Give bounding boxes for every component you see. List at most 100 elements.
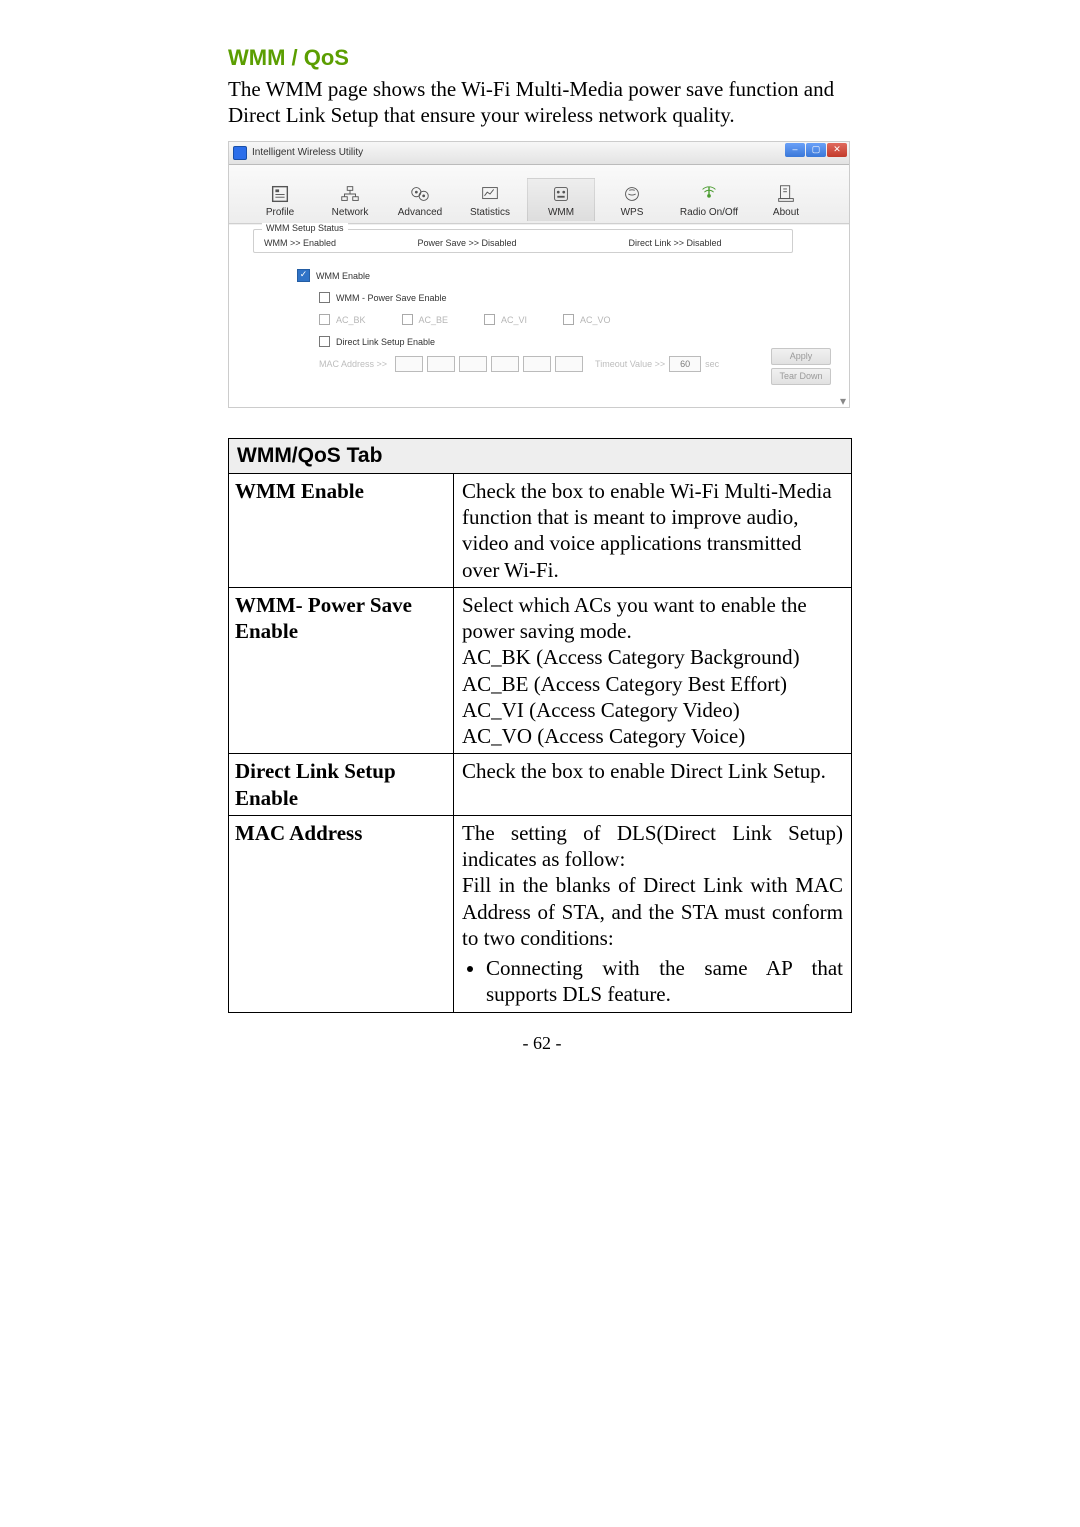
timeout-label: Timeout Value >>: [595, 359, 665, 369]
ps-ac-be: AC_BE (Access Category Best Effort): [462, 672, 787, 696]
ac-vo-checkbox[interactable]: [563, 314, 574, 325]
ps-intro: Select which ACs you want to enable the …: [462, 593, 807, 643]
expand-grip-icon[interactable]: ▾: [826, 394, 846, 404]
radio-icon: [697, 183, 721, 205]
wps-icon: [620, 183, 644, 205]
wmm-enable-label: WMM Enable: [316, 271, 370, 281]
screenshot-window: Intelligent Wireless Utility – ▢ ✕ Profi…: [228, 141, 850, 408]
network-icon: [338, 183, 362, 205]
tab-statistics[interactable]: Statistics: [457, 179, 523, 221]
status-area: WMM Setup Status WMM >> Enabled Power Sa…: [229, 224, 849, 261]
ps-ac-vo: AC_VO (Access Category Voice): [462, 724, 745, 748]
tab-advanced-label: Advanced: [398, 207, 442, 218]
timeout-value: 60: [680, 359, 690, 369]
ac-vi-checkbox[interactable]: [484, 314, 495, 325]
section-heading: WMM / QoS: [228, 45, 856, 71]
wmm-icon: [549, 183, 573, 205]
ac-vo-label: AC_VO: [580, 315, 611, 325]
tab-profile[interactable]: Profile: [247, 179, 313, 221]
intro-paragraph: The WMM page shows the Wi-Fi Multi-Media…: [228, 76, 856, 129]
ps-enable-checkbox[interactable]: [319, 292, 330, 303]
wmm-enable-row: WMM Enable: [297, 267, 839, 285]
tab-about[interactable]: About: [753, 179, 819, 221]
wmm-status-group: WMM Setup Status WMM >> Enabled Power Sa…: [253, 229, 793, 253]
apply-button[interactable]: Apply: [771, 348, 831, 365]
page: WMM / QoS The WMM page shows the Wi-Fi M…: [0, 0, 1080, 1527]
ac-bk-item: AC_BK: [319, 314, 366, 325]
group-legend: WMM Setup Status: [262, 223, 348, 233]
tab-network-label: Network: [332, 207, 369, 218]
table-row: Direct Link Setup Enable Check the box t…: [229, 754, 851, 816]
mac-field-1[interactable]: [395, 356, 423, 372]
ps-ac-bk: AC_BK (Access Category Background): [462, 645, 800, 669]
close-button[interactable]: ✕: [827, 143, 847, 157]
definition-table: WMM/QoS Tab WMM Enable Check the box to …: [228, 438, 852, 1013]
maximize-button[interactable]: ▢: [806, 143, 826, 157]
mac-field-5[interactable]: [523, 356, 551, 372]
mac-field-2[interactable]: [427, 356, 455, 372]
advanced-icon: [408, 183, 432, 205]
tab-statistics-label: Statistics: [470, 207, 510, 218]
profile-icon: [268, 183, 292, 205]
row-key-wmm-enable: WMM Enable: [229, 474, 454, 587]
ps-enable-row: WMM - Power Save Enable: [297, 289, 839, 307]
app-icon: [233, 146, 247, 160]
ac-vi-item: AC_VI: [484, 314, 527, 325]
ps-ac-vi: AC_VI (Access Category Video): [462, 698, 740, 722]
table-row: WMM Enable Check the box to enable Wi-Fi…: [229, 474, 851, 588]
row-val-dls-enable: Check the box to enable Direct Link Setu…: [454, 754, 851, 815]
tab-radio[interactable]: Radio On/Off: [669, 179, 749, 221]
status-dls: Direct Link >> Disabled: [629, 238, 782, 248]
mac-p2: Fill in the blanks of Direct Link with M…: [462, 873, 843, 950]
statistics-icon: [478, 183, 502, 205]
toolbar: Profile Network Advanced: [229, 165, 849, 224]
ac-be-item: AC_BE: [402, 314, 449, 325]
config-area: WMM Enable WMM - Power Save Enable AC_BK…: [229, 261, 849, 407]
ac-be-checkbox[interactable]: [402, 314, 413, 325]
ac-bk-checkbox[interactable]: [319, 314, 330, 325]
tab-wmm-label: WMM: [548, 207, 574, 218]
timeout-field[interactable]: 60: [669, 356, 701, 372]
mac-field-6[interactable]: [555, 356, 583, 372]
timeout-unit: sec: [705, 359, 719, 369]
minimize-button[interactable]: –: [785, 143, 805, 157]
ac-be-label: AC_BE: [419, 315, 449, 325]
row-key-mac: MAC Address: [229, 816, 454, 1012]
table-row: WMM- Power Save Enable Select which ACs …: [229, 588, 851, 755]
ac-bk-label: AC_BK: [336, 315, 366, 325]
tab-wps[interactable]: WPS: [599, 179, 665, 221]
tab-radio-label: Radio On/Off: [680, 207, 738, 218]
dls-enable-row: Direct Link Setup Enable: [297, 333, 839, 351]
row-val-ps-enable: Select which ACs you want to enable the …: [454, 588, 851, 754]
table-header: WMM/QoS Tab: [229, 439, 851, 474]
status-powersave: Power Save >> Disabled: [417, 238, 628, 248]
tab-advanced[interactable]: Advanced: [387, 179, 453, 221]
action-buttons: Apply Tear Down: [771, 348, 831, 385]
wmm-enable-checkbox[interactable]: [297, 269, 310, 282]
window-buttons: – ▢ ✕: [785, 143, 847, 157]
ac-row: AC_BK AC_BE AC_VI AC_VO: [297, 311, 839, 329]
mac-field-4[interactable]: [491, 356, 519, 372]
row-key-dls-enable: Direct Link Setup Enable: [229, 754, 454, 815]
window-title: Intelligent Wireless Utility: [252, 147, 363, 158]
about-icon: [774, 183, 798, 205]
row-key-ps-enable: WMM- Power Save Enable: [229, 588, 454, 754]
tab-about-label: About: [773, 207, 799, 218]
mac-p1: The setting of DLS(Direct Link Setup) in…: [462, 821, 843, 871]
ps-enable-label: WMM - Power Save Enable: [336, 293, 447, 303]
status-row: WMM >> Enabled Power Save >> Disabled Di…: [264, 238, 782, 248]
dls-enable-checkbox[interactable]: [319, 336, 330, 347]
dls-enable-label: Direct Link Setup Enable: [336, 337, 435, 347]
content: WMM / QoS The WMM page shows the Wi-Fi M…: [228, 45, 856, 1054]
row-val-mac: The setting of DLS(Direct Link Setup) in…: [454, 816, 851, 1012]
status-wmm: WMM >> Enabled: [264, 238, 417, 248]
mac-field-3[interactable]: [459, 356, 487, 372]
titlebar[interactable]: Intelligent Wireless Utility – ▢ ✕: [229, 142, 849, 165]
tab-wps-label: WPS: [621, 207, 644, 218]
teardown-button[interactable]: Tear Down: [771, 368, 831, 385]
tab-network[interactable]: Network: [317, 179, 383, 221]
tab-wmm[interactable]: WMM: [527, 178, 595, 221]
row-val-wmm-enable: Check the box to enable Wi-Fi Multi-Medi…: [454, 474, 851, 587]
table-row: MAC Address The setting of DLS(Direct Li…: [229, 816, 851, 1012]
mac-label: MAC Address >>: [319, 359, 387, 369]
